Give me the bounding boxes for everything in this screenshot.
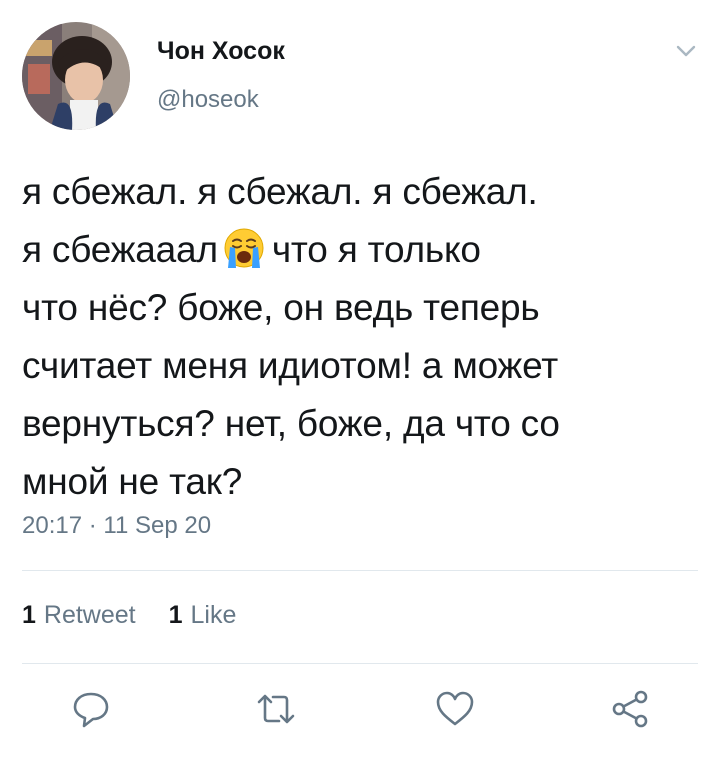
share-icon: [612, 690, 648, 728]
divider: [22, 570, 698, 571]
avatar[interactable]: [22, 22, 130, 130]
retweet-count: 1: [22, 601, 36, 629]
like-icon: [436, 691, 474, 726]
reply-button[interactable]: [70, 688, 112, 730]
tweet-line: я сбежааал что я только: [22, 221, 702, 279]
tweet-line: считает меня идиотом! а может: [22, 345, 558, 386]
retweet-label: Retweet: [43, 601, 136, 629]
retweet-button[interactable]: [255, 688, 297, 730]
divider: [22, 663, 698, 664]
like-count: 1: [168, 601, 183, 629]
like-stat[interactable]: 1 Like: [169, 601, 237, 630]
tweet-text: я сбежал. я сбежал. я сбежал. я сбежааал…: [22, 163, 702, 511]
like-label: Like: [190, 601, 237, 629]
tweet-line-segment: я сбежааал: [22, 229, 218, 270]
retweet-icon: [257, 694, 295, 724]
tweet-timestamp[interactable]: 20:17 · 11 Sep 20: [22, 512, 211, 540]
tweet-line: что нёс? боже, он ведь теперь: [22, 287, 540, 328]
user-handle[interactable]: @hoseok: [157, 86, 259, 114]
chevron-down-icon[interactable]: [671, 40, 701, 62]
tweet-line: я сбежал. я сбежал. я сбежал.: [22, 171, 538, 212]
tweet-stats: 1 Retweet 1 Like: [22, 601, 262, 630]
like-button[interactable]: [434, 688, 476, 730]
tweet-line: вернуться? нет, боже, да что со: [22, 403, 560, 444]
avatar-image: [22, 22, 130, 130]
retweet-stat[interactable]: 1 Retweet: [22, 601, 136, 630]
loudly-crying-face-emoji: [222, 226, 266, 270]
tweet-line: мной не так?: [22, 461, 243, 502]
reply-icon: [73, 692, 109, 728]
display-name[interactable]: Чон Хосок: [157, 37, 285, 66]
tweet-line-segment: что я только: [271, 229, 481, 270]
share-button[interactable]: [609, 688, 651, 730]
